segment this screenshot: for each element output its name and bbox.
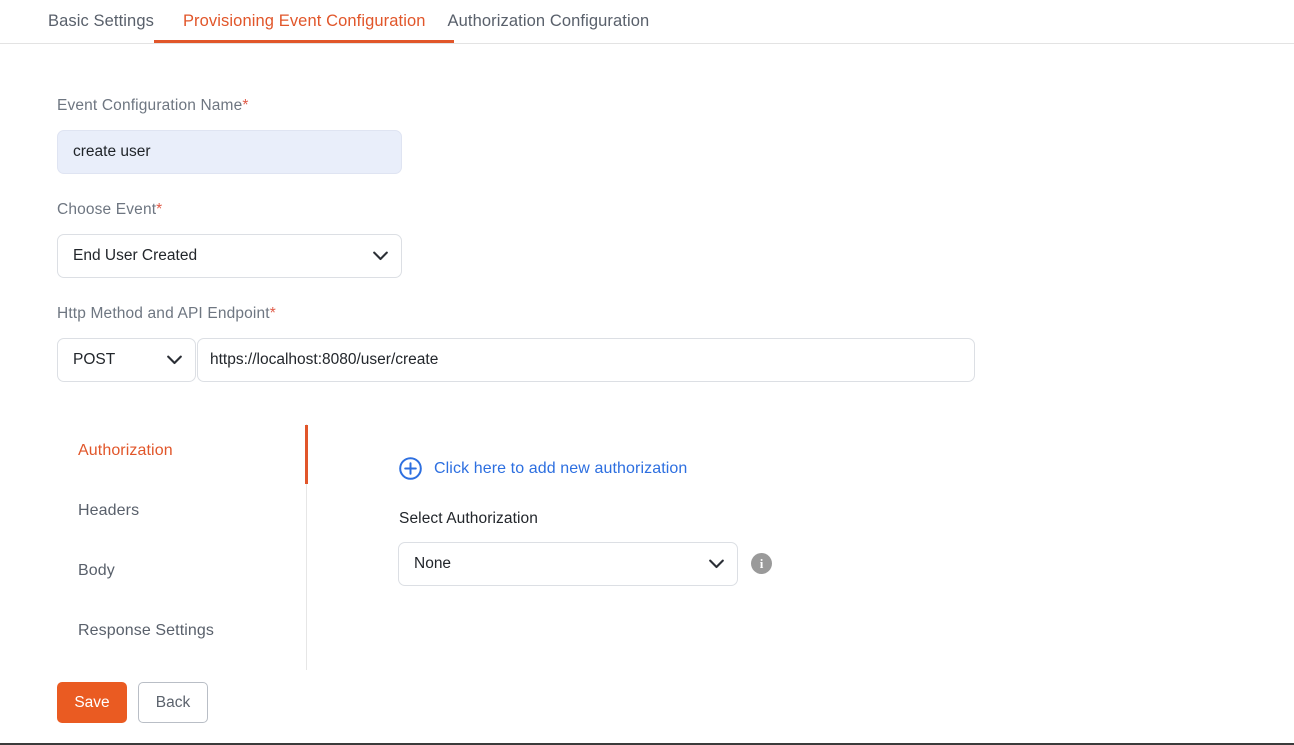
sidenav-item-response-settings-label: Response Settings (78, 622, 215, 639)
tab-provisioning-event-configuration[interactable]: Provisioning Event Configuration (154, 0, 454, 43)
chevron-down-icon (161, 339, 187, 381)
event-config-name-input[interactable] (57, 130, 402, 174)
tab-authorization-configuration-label: Authorization Configuration (447, 12, 650, 30)
select-authorization-dropdown[interactable]: None (398, 542, 738, 586)
choose-event-label-text: Choose Event (57, 201, 157, 218)
sidenav-item-authorization-label: Authorization (78, 442, 173, 459)
tab-authorization-configuration[interactable]: Authorization Configuration (448, 0, 650, 43)
select-authorization-label: Select Authorization (399, 510, 539, 527)
sidenav-item-authorization[interactable]: Authorization (78, 442, 173, 460)
sidenav-item-headers-label: Headers (78, 502, 140, 519)
choose-event-label: Choose Event* (57, 201, 162, 219)
tab-basic-settings[interactable]: Basic Settings (48, 0, 154, 43)
choose-event-select[interactable]: End User Created (57, 234, 402, 278)
chevron-down-icon (367, 235, 393, 277)
add-new-authorization-label: Click here to add new authorization (434, 459, 688, 477)
http-method-endpoint-label-text: Http Method and API Endpoint (57, 305, 270, 322)
choose-event-selected-value: End User Created (73, 247, 198, 264)
http-method-selected-value: POST (73, 351, 116, 368)
sidenav-item-body-label: Body (78, 562, 115, 579)
request-config-section: Authorization Headers Body Response Sett… (0, 424, 1294, 670)
event-config-name-required-asterisk: * (242, 97, 249, 114)
event-config-name-label: Event Configuration Name* (57, 97, 249, 115)
http-method-endpoint-required-asterisk: * (269, 305, 276, 322)
active-nav-indicator (305, 425, 308, 484)
tab-provisioning-event-configuration-label: Provisioning Event Configuration (182, 12, 426, 30)
event-config-name-label-text: Event Configuration Name (57, 97, 243, 114)
page-root: Basic Settings Provisioning Event Config… (0, 0, 1294, 745)
chevron-down-icon (703, 543, 729, 585)
sidenav-item-body[interactable]: Body (78, 562, 115, 580)
info-icon[interactable]: i (751, 553, 772, 574)
request-config-sidenav: Authorization Headers Body Response Sett… (57, 424, 308, 670)
save-button[interactable]: Save (57, 682, 127, 723)
plus-circle-icon (398, 456, 423, 481)
add-new-authorization-link[interactable]: Click here to add new authorization (398, 456, 687, 481)
choose-event-required-asterisk: * (156, 201, 163, 218)
form-actions: Save Back (57, 682, 208, 723)
tab-bar: Basic Settings Provisioning Event Config… (0, 0, 1294, 44)
http-method-endpoint-label: Http Method and API Endpoint* (57, 305, 276, 323)
select-authorization-value: None (414, 555, 452, 572)
sidenav-item-response-settings[interactable]: Response Settings (78, 622, 214, 640)
sidenav-item-headers[interactable]: Headers (78, 502, 139, 520)
tab-basic-settings-label: Basic Settings (48, 12, 154, 30)
http-method-select[interactable]: POST (57, 338, 196, 382)
back-button[interactable]: Back (138, 682, 208, 723)
api-endpoint-input[interactable] (197, 338, 975, 382)
